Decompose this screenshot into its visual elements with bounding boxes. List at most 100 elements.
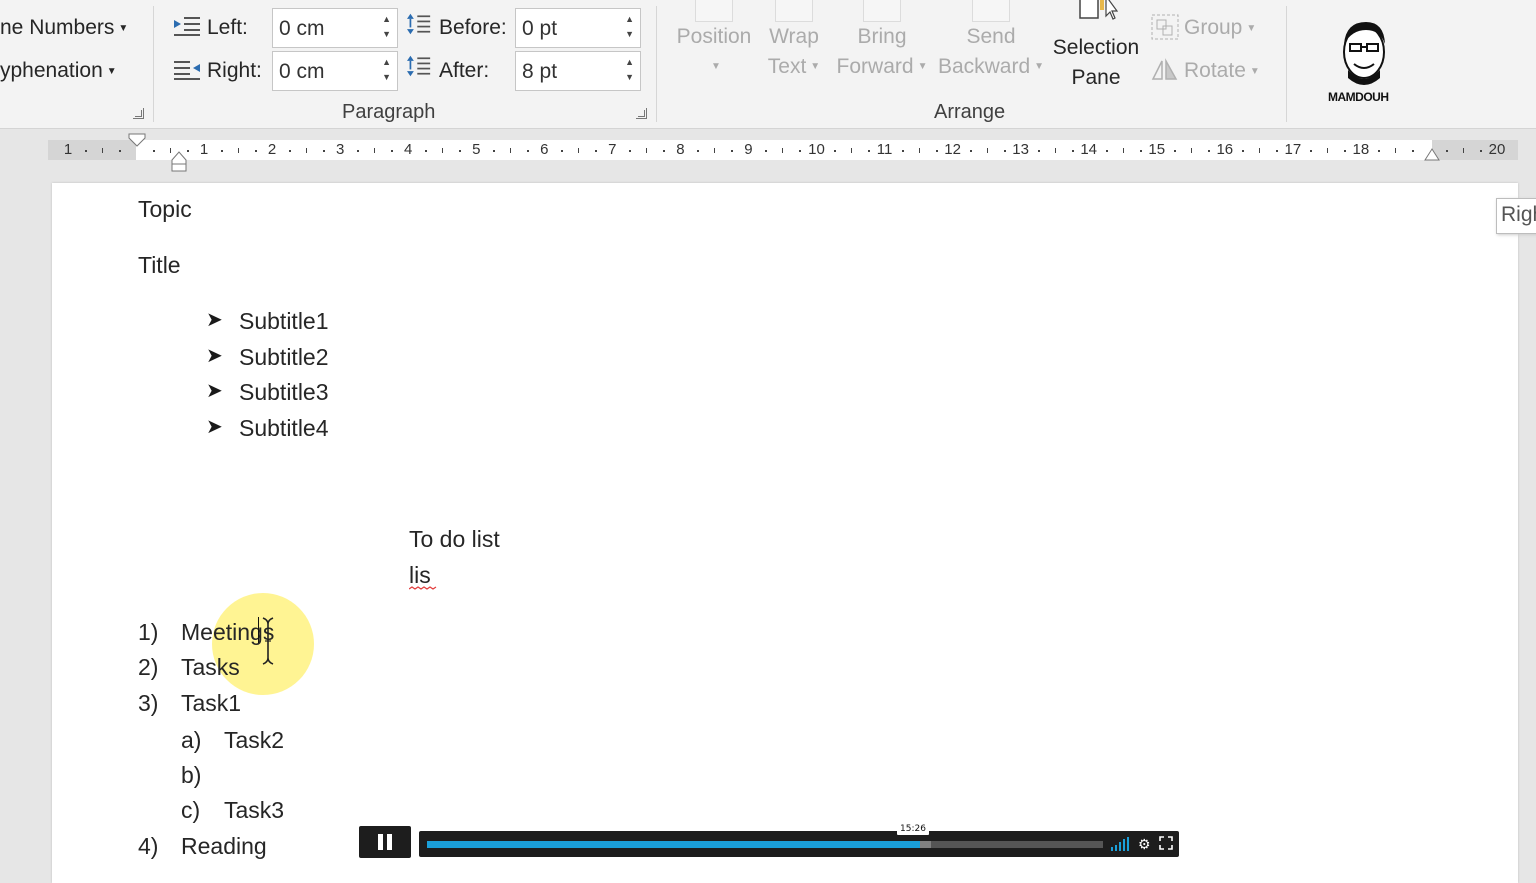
ruler-number: 2: [267, 141, 277, 158]
ruler-dot: [1037, 150, 1040, 152]
ruler-dot: [221, 150, 224, 152]
spacing-after-label: After:: [439, 59, 490, 82]
list-item[interactable]: Subtitle1: [239, 308, 329, 335]
indent-left-spinner[interactable]: 0 cm ▲ ▼: [272, 8, 398, 48]
rotate-icon: [1151, 58, 1178, 80]
indent-right-spinner[interactable]: 0 cm ▲ ▼: [272, 51, 398, 91]
rotate-button[interactable]: Rotate ▼: [1184, 59, 1260, 83]
player-controls: ⚙: [1110, 836, 1173, 852]
text-caret: [258, 617, 259, 643]
send-backward-button[interactable]: Send Backward ▼: [936, 0, 1046, 82]
ruler-number: 3: [335, 141, 345, 158]
pause-button[interactable]: [359, 826, 411, 858]
spacing-after-icon: [407, 55, 431, 77]
selection-pane-button[interactable]: Selection Pane: [1050, 0, 1142, 93]
group-label: Group: [1184, 16, 1243, 39]
indent-right-label: Right:: [207, 59, 262, 82]
ruler-dot: [459, 150, 462, 152]
wrap-text-label-2: Text: [767, 55, 807, 78]
text-cursor-icon: [262, 617, 274, 665]
group-button[interactable]: Group ▼: [1184, 16, 1256, 40]
list-marker: 2): [138, 654, 159, 680]
topic-text[interactable]: Topic: [138, 196, 192, 223]
wrap-text-button[interactable]: Wrap Text ▼: [762, 0, 826, 82]
ruler-dot: [867, 150, 870, 152]
list-marker: c): [181, 797, 201, 823]
spacing-after-value: 8 pt: [522, 60, 558, 83]
ruler-dot: [1377, 150, 1380, 152]
ruler-dot: [799, 150, 802, 152]
list-marker: 4): [138, 833, 159, 859]
rotate-label: Rotate: [1184, 59, 1246, 82]
ruler-number: 14: [1080, 141, 1098, 158]
ruler-dot: [1445, 150, 1448, 152]
list-item[interactable]: Subtitle3: [239, 379, 329, 406]
ruler-number: 18: [1352, 141, 1370, 158]
todo-subtext[interactable]: lis: [409, 562, 431, 589]
ruler-dot: [663, 150, 666, 152]
spinner-arrows-icon[interactable]: ▲ ▼: [382, 55, 391, 85]
ruler-dot: [731, 150, 734, 152]
ruler-dot: [1105, 150, 1108, 152]
settings-gear-icon[interactable]: ⚙: [1138, 836, 1151, 852]
volume-bars-icon[interactable]: [1110, 836, 1130, 852]
ruler-tick: [850, 148, 852, 153]
ruler-dot: [391, 150, 394, 152]
ruler-dot: [765, 150, 768, 152]
ruler-number: 8: [676, 141, 685, 158]
ruler-dot: [187, 150, 190, 152]
chevron-down-icon: ▼: [810, 61, 821, 73]
line-numbers-button[interactable]: ne Numbers ▼: [0, 16, 128, 40]
ruler-dot: [1309, 150, 1312, 152]
list-item[interactable]: Task3: [224, 797, 284, 824]
indent-right-value: 0 cm: [279, 60, 325, 83]
wrap-text-icon: [775, 0, 813, 22]
ruler-dot: [697, 150, 700, 152]
ruler-number: 17: [1284, 141, 1302, 158]
fullscreen-icon[interactable]: [1159, 836, 1173, 850]
document-page[interactable]: [52, 183, 1518, 883]
spacing-after-spinner[interactable]: 8 pt ▲ ▼: [515, 51, 641, 91]
ruler-dot: [595, 150, 598, 152]
tooltip: Righ: [1496, 198, 1536, 234]
ruler-number: 1: [199, 141, 209, 158]
ruler-dot: [1071, 150, 1074, 152]
list-item[interactable]: Reading: [181, 833, 267, 860]
group-separator: [153, 6, 154, 122]
spacing-before-spinner[interactable]: 0 pt ▲ ▼: [515, 8, 641, 48]
indent-left-icon: [174, 17, 200, 36]
list-item[interactable]: Tasks: [181, 654, 240, 681]
ruler-dot: [153, 150, 155, 152]
todo-heading[interactable]: To do list: [409, 526, 500, 553]
list-item[interactable]: Subtitle4: [239, 415, 329, 442]
arrange-group-label: Arrange: [934, 101, 1006, 123]
seek-timestamp: 15:26: [897, 823, 929, 835]
bring-forward-button[interactable]: Bring Forward ▼: [834, 0, 930, 82]
channel-logo: MAMDOUH: [1322, 14, 1410, 114]
paragraph-dialog-launcher[interactable]: [636, 108, 647, 119]
spinner-arrows-icon[interactable]: ▲ ▼: [625, 12, 634, 42]
right-indent-marker-icon[interactable]: [1424, 147, 1440, 161]
ruler-number: 13: [1012, 141, 1029, 158]
ruler-number: 16: [1216, 141, 1234, 158]
title-text[interactable]: Title: [138, 252, 181, 279]
spinner-arrows-icon[interactable]: ▲ ▼: [382, 12, 391, 42]
indent-left-label: Left:: [207, 16, 248, 39]
ruler-tick: [714, 148, 716, 153]
ruler-tick: [646, 148, 648, 153]
ruler-tick: [1054, 148, 1056, 153]
list-item[interactable]: Task2: [224, 727, 284, 754]
position-button[interactable]: Position ▼: [672, 0, 756, 82]
bring-forward-icon: [863, 0, 901, 22]
spinner-arrows-icon[interactable]: ▲ ▼: [625, 55, 634, 85]
list-item[interactable]: Task1: [181, 690, 241, 717]
video-seek-bar[interactable]: 15:26 ⚙: [419, 823, 1179, 857]
page-setup-dialog-launcher[interactable]: [133, 108, 144, 119]
hyphenation-button[interactable]: yphenation ▼: [0, 59, 117, 83]
ruler-tick: [1462, 148, 1464, 153]
ruler-dot: [1479, 150, 1482, 152]
first-line-indent-marker-icon[interactable]: [128, 133, 146, 147]
hanging-indent-marker-icon[interactable]: [171, 150, 187, 172]
list-item[interactable]: Subtitle2: [239, 344, 329, 371]
spelling-error-underline: [409, 586, 437, 590]
